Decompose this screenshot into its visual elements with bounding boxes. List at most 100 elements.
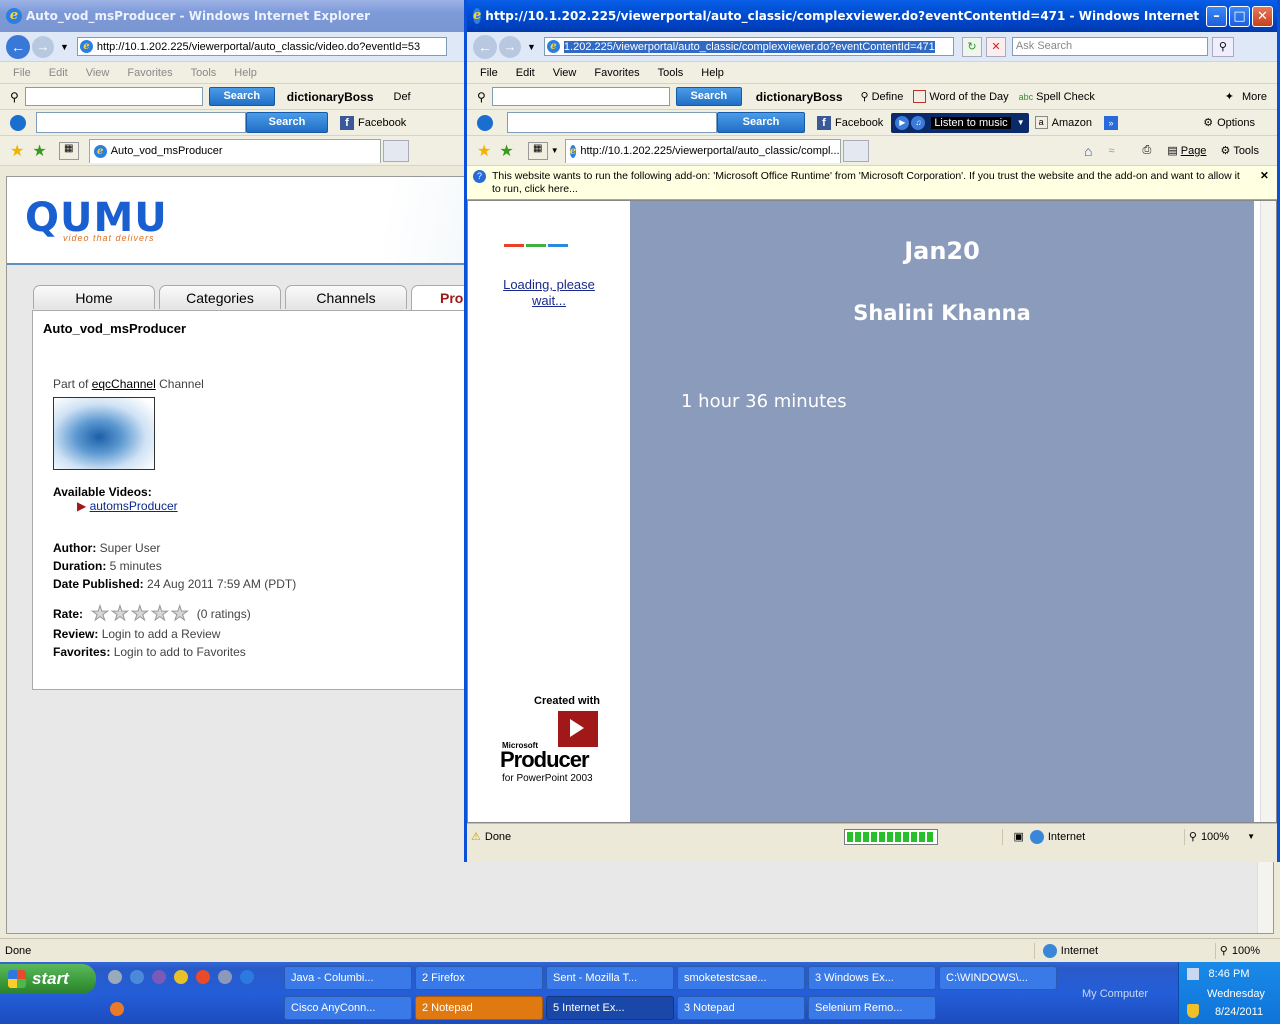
taskbar-button[interactable]: smoketestcsae... bbox=[677, 966, 805, 990]
tab-home[interactable]: Home bbox=[33, 285, 155, 309]
menu-file[interactable]: File bbox=[13, 67, 31, 79]
menu-edit[interactable]: Edit bbox=[49, 67, 68, 79]
quicklaunch-icon[interactable] bbox=[196, 970, 210, 984]
back-icon[interactable]: ← bbox=[6, 34, 30, 59]
taskbar-button[interactable]: 3 Notepad bbox=[677, 996, 805, 1020]
shield-icon[interactable] bbox=[1187, 1004, 1199, 1018]
window1-tab[interactable]: e Auto_vod_msProducer bbox=[88, 138, 381, 163]
quicklaunch-icon[interactable] bbox=[108, 970, 122, 984]
ask-search-button[interactable]: Search bbox=[717, 112, 805, 133]
favorites-star-icon[interactable]: ★ bbox=[477, 141, 491, 161]
define-button[interactable]: Def bbox=[394, 91, 411, 103]
taskbar-button[interactable]: Selenium Remo... bbox=[808, 996, 936, 1020]
stop-icon[interactable]: ✕ bbox=[985, 36, 1006, 57]
music-dropdown-icon[interactable]: ▼ bbox=[1017, 118, 1025, 127]
menu-edit[interactable]: Edit bbox=[516, 67, 535, 79]
maximize-button[interactable]: □ bbox=[1229, 5, 1250, 27]
amazon-button[interactable]: Amazon bbox=[1052, 117, 1092, 129]
addon-info-bar[interactable]: ? This website wants to run the followin… bbox=[467, 166, 1277, 200]
add-favorite-icon[interactable]: ★ bbox=[32, 141, 46, 161]
zoom-dropdown-icon[interactable]: ▼ bbox=[1247, 832, 1255, 841]
quicklaunch-icon[interactable] bbox=[174, 970, 188, 984]
review-link[interactable]: Login to add a Review bbox=[102, 627, 221, 641]
firefox-quicklaunch-icon[interactable] bbox=[110, 1002, 124, 1016]
print-icon[interactable]: ⎙ bbox=[1143, 144, 1152, 157]
search-go-icon[interactable]: ⚲ bbox=[1211, 36, 1234, 57]
dictionary-search-button[interactable]: Search bbox=[675, 87, 742, 106]
taskbar-button[interactable]: 3 Windows Ex... bbox=[808, 966, 936, 990]
quick-tabs-icon[interactable]: ▦ bbox=[58, 141, 79, 160]
menu-favorites[interactable]: Favorites bbox=[127, 67, 172, 79]
window2-address-input[interactable]: e 1.202.225/viewerportal/auto_classic/co… bbox=[543, 37, 954, 56]
rating-star-icon[interactable]: ★ bbox=[170, 604, 189, 625]
quicklaunch-icon[interactable] bbox=[152, 970, 166, 984]
new-tab-button[interactable] bbox=[382, 139, 409, 162]
rating-star-icon[interactable]: ★ bbox=[110, 604, 129, 625]
home-icon[interactable]: ⌂ bbox=[1084, 143, 1092, 159]
clock-time[interactable]: 8:46 PM bbox=[1179, 968, 1279, 980]
menu-view[interactable]: View bbox=[553, 67, 577, 79]
menu-file[interactable]: File bbox=[480, 67, 498, 79]
define-button[interactable]: Define bbox=[872, 91, 904, 103]
history-dropdown-icon[interactable]: ▼ bbox=[60, 42, 69, 52]
word-of-day-button[interactable]: Word of the Day bbox=[929, 91, 1008, 103]
rating-star-icon[interactable]: ★ bbox=[130, 604, 149, 625]
channel-link[interactable]: eqcChannel bbox=[92, 377, 156, 391]
dictionary-search-input[interactable] bbox=[491, 87, 670, 106]
menu-help[interactable]: Help bbox=[701, 67, 724, 79]
start-button[interactable]: start bbox=[0, 964, 96, 994]
history-dropdown-icon[interactable]: ▼ bbox=[527, 42, 536, 52]
play-icon[interactable]: ▶ bbox=[895, 115, 910, 130]
ask-search-box[interactable]: Ask Search bbox=[1011, 37, 1208, 56]
taskbar-button[interactable]: 5 Internet Ex... bbox=[546, 996, 674, 1020]
new-tab-button[interactable] bbox=[842, 139, 869, 162]
spell-check-button[interactable]: Spell Check bbox=[1036, 91, 1095, 103]
tab-categories[interactable]: Categories bbox=[159, 285, 281, 309]
facebook-button[interactable]: Facebook bbox=[358, 117, 406, 129]
forward-icon[interactable]: → bbox=[499, 35, 521, 58]
dictionary-search-input[interactable] bbox=[24, 87, 203, 106]
taskbar-button[interactable]: Cisco AnyConn... bbox=[284, 996, 412, 1020]
quick-tabs-icon[interactable]: ▦ bbox=[527, 141, 548, 160]
taskbar-button[interactable]: 2 Firefox bbox=[415, 966, 543, 990]
music-player[interactable]: ▶ ♫ Listen to music ▼ bbox=[891, 112, 1029, 133]
close-button[interactable]: ✕ bbox=[1252, 5, 1273, 27]
refresh-icon[interactable]: ↻ bbox=[961, 36, 982, 57]
volume-icon[interactable]: ♫ bbox=[911, 115, 926, 130]
menu-view[interactable]: View bbox=[86, 67, 110, 79]
quicklaunch-icon[interactable] bbox=[218, 970, 232, 984]
quicklaunch-icon[interactable] bbox=[240, 970, 254, 984]
toolbar-overflow-icon[interactable]: » bbox=[1103, 115, 1118, 130]
quicklaunch-icon[interactable] bbox=[130, 970, 144, 984]
minimize-button[interactable]: – bbox=[1206, 5, 1227, 27]
dictionary-search-button[interactable]: Search bbox=[208, 87, 275, 106]
window2-titlebar[interactable]: e http://10.1.202.225/viewerportal/auto_… bbox=[467, 0, 1277, 32]
rating-star-icon[interactable]: ★ bbox=[91, 604, 110, 625]
menu-tools[interactable]: Tools bbox=[191, 67, 217, 79]
info-close-icon[interactable]: ✕ bbox=[1260, 170, 1269, 183]
more-button[interactable]: More bbox=[1242, 91, 1267, 103]
options-button[interactable]: Options bbox=[1217, 117, 1255, 129]
menu-tools[interactable]: Tools bbox=[658, 67, 684, 79]
tab-channels[interactable]: Channels bbox=[285, 285, 407, 309]
rating-star-icon[interactable]: ★ bbox=[150, 604, 169, 625]
ask-search-button[interactable]: Search bbox=[246, 112, 328, 133]
rss-feed-icon[interactable]: ≈ bbox=[1108, 145, 1114, 157]
page-menu[interactable]: Page bbox=[1181, 145, 1207, 157]
window2-tab[interactable]: e http://10.1.202.225/viewerportal/auto_… bbox=[564, 138, 841, 163]
taskbar-button[interactable]: 2 Notepad bbox=[415, 996, 543, 1020]
forward-icon[interactable]: → bbox=[32, 35, 54, 58]
ask-search-input[interactable] bbox=[36, 112, 246, 133]
channel-thumbnail[interactable] bbox=[53, 397, 155, 470]
tools-menu[interactable]: Tools bbox=[1233, 145, 1259, 157]
facebook-button[interactable]: Facebook bbox=[835, 117, 883, 129]
tab-list-dropdown-icon[interactable]: ▼ bbox=[551, 146, 559, 155]
window2-scrollbar[interactable] bbox=[1260, 201, 1276, 822]
taskbar-button[interactable]: Sent - Mozilla T... bbox=[546, 966, 674, 990]
ask-search-input[interactable] bbox=[507, 112, 717, 133]
favorites-star-icon[interactable]: ★ bbox=[10, 141, 24, 161]
taskbar-button[interactable]: Java - Columbi... bbox=[284, 966, 412, 990]
taskbar-button[interactable]: C:\WINDOWS\... bbox=[939, 966, 1057, 990]
favorites-link[interactable]: Login to add to Favorites bbox=[114, 645, 246, 659]
window1-address-input[interactable]: e http://10.1.202.225/viewerportal/auto_… bbox=[76, 37, 447, 56]
